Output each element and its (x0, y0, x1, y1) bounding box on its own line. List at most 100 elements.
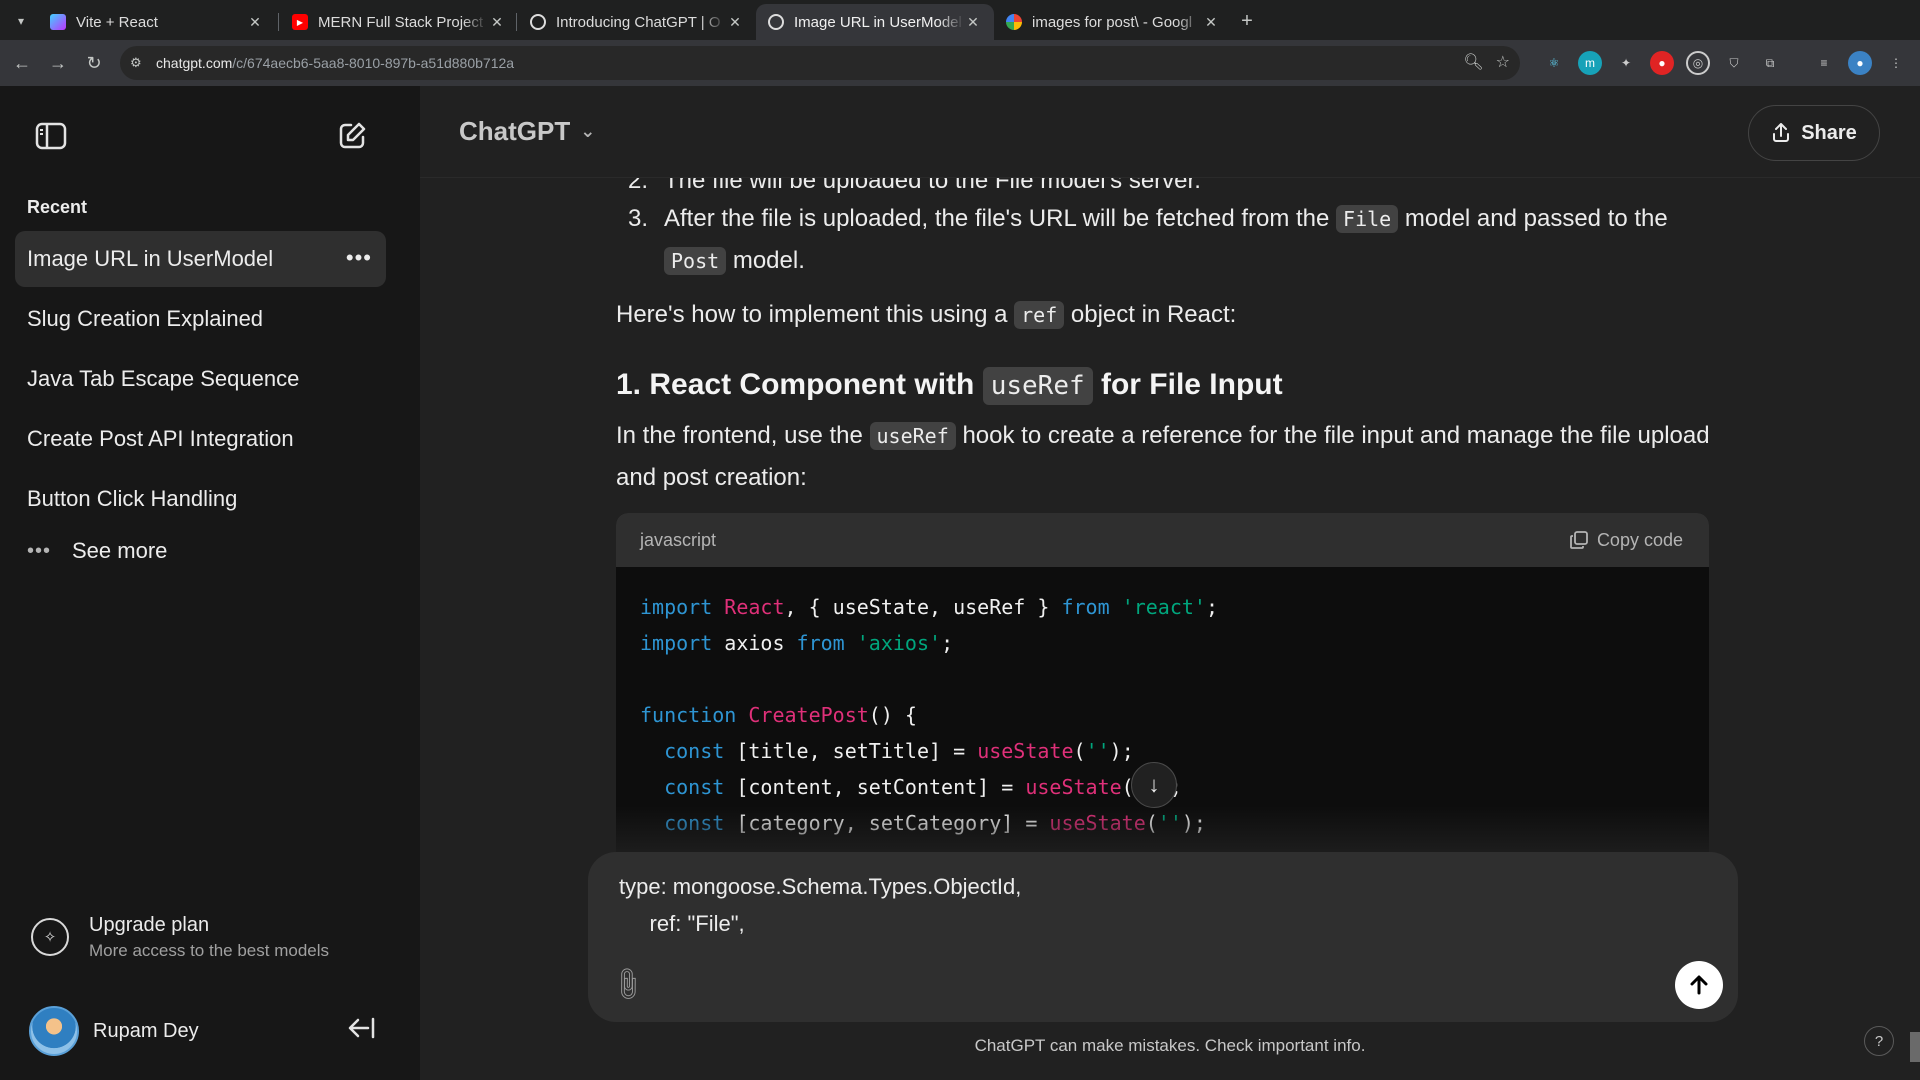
tab-title: MERN Full Stack Project (318, 13, 484, 31)
model-name: ChatGPT (459, 116, 571, 146)
youtube-icon: ▶ (292, 14, 308, 30)
sidebar-item-slug-creation[interactable]: Slug Creation Explained (15, 291, 386, 347)
upgrade-plan-button[interactable]: ✧ Upgrade plan More access to the best m… (15, 902, 386, 972)
url-text[interactable]: chatgpt.com/c/674aecb6-5aa8-8010-897b-a5… (156, 55, 514, 71)
heading-text: for File Input (1100, 368, 1283, 401)
sidebar-item-create-post-api[interactable]: Create Post API Integration (15, 411, 386, 467)
address-bar[interactable]: ⚙ chatgpt.com/c/674aecb6-5aa8-8010-897b-… (120, 46, 1520, 80)
zoom-icon[interactable]: 🔍︎ (1463, 52, 1483, 72)
extension-shield-icon[interactable]: ⛉ (1722, 51, 1746, 75)
extensions-puzzle-icon[interactable]: ⧉ (1758, 51, 1782, 75)
extension-m-icon[interactable]: m (1578, 51, 1602, 75)
sidebar: Recent Image URL in UserModel ••• Slug C… (0, 86, 420, 1080)
prompt-text-line: type: mongoose.Schema.Types.ObjectId, (619, 874, 1022, 899)
inline-code: File (1336, 205, 1399, 233)
list-item: 3. After the file is uploaded, the file'… (616, 198, 1716, 282)
close-tab-icon[interactable]: ✕ (1202, 14, 1220, 31)
media-controls-icon[interactable]: ≡ (1812, 51, 1836, 75)
upgrade-subtitle: More access to the best models (89, 940, 330, 960)
list-item-text: After the file is uploaded, the file's U… (664, 205, 1330, 232)
tab-separator (278, 13, 279, 31)
scrollbar[interactable] (1910, 1032, 1920, 1062)
react-devtools-icon[interactable]: ⚛ (1542, 51, 1566, 75)
forward-arrow-icon[interactable]: → (44, 49, 72, 77)
chat-header: ChatGPT ⌄ Share (420, 86, 1920, 178)
close-tab-icon[interactable]: ✕ (964, 14, 982, 31)
omnibox-actions: 🔍︎ ☆ (1463, 52, 1510, 72)
browser-tab-image-url[interactable]: Image URL in UserModel ✕ (756, 4, 994, 40)
arrow-up-icon (1690, 975, 1708, 995)
message-composer[interactable]: type: mongoose.Schema.Types.ObjectId, re… (588, 852, 1738, 1022)
close-tab-icon[interactable]: ✕ (246, 14, 264, 31)
extension-red-icon[interactable]: ● (1650, 51, 1674, 75)
share-button[interactable]: Share (1748, 105, 1880, 161)
close-tab-icon[interactable]: ✕ (488, 14, 506, 31)
google-icon (1006, 14, 1022, 30)
browser-tab-google-images[interactable]: images for post\ - Googl ✕ (994, 4, 1232, 40)
scroll-to-bottom-button[interactable]: ↓ (1131, 762, 1177, 808)
sidebar-item-image-url[interactable]: Image URL in UserModel ••• (15, 231, 386, 287)
list-item-text: model and passed to the (1404, 205, 1668, 232)
profile-avatar-icon[interactable]: ● (1848, 51, 1872, 75)
new-tab-button[interactable]: + (1234, 8, 1260, 34)
extension-target-icon[interactable]: ◎ (1686, 51, 1710, 75)
browser-toolbar: ← → ↻ ⚙ chatgpt.com/c/674aecb6-5aa8-8010… (0, 40, 1920, 86)
reload-icon[interactable]: ↻ (80, 49, 108, 77)
share-label: Share (1801, 121, 1857, 144)
openai-icon (768, 14, 784, 30)
paragraph-text: object in React: (1070, 301, 1237, 328)
user-profile-button[interactable]: Rupam Dey (15, 996, 386, 1066)
inline-code: useRef (869, 422, 956, 450)
copy-code-button[interactable]: Copy code (1569, 519, 1683, 561)
send-button[interactable] (1675, 961, 1723, 1009)
sidebar-item-label: Image URL in UserModel (27, 246, 274, 271)
ellipsis-icon: ••• (27, 539, 52, 562)
sidebar-item-button-click[interactable]: Button Click Handling (15, 471, 386, 527)
copy-icon (1570, 531, 1588, 549)
toggle-sidebar-icon[interactable] (29, 114, 73, 158)
paragraph-text: In the frontend, use the (616, 422, 863, 449)
upgrade-sparkle-icon: ✧ (31, 918, 69, 956)
more-options-icon[interactable]: ••• (346, 245, 372, 271)
tab-search-chevron-icon[interactable]: ▾ (10, 10, 32, 32)
paragraph: Here's how to implement this using a ref… (616, 294, 1716, 336)
sidebar-item-label: Slug Creation Explained (27, 306, 264, 331)
prompt-input[interactable]: type: mongoose.Schema.Types.ObjectId, re… (619, 868, 1021, 942)
attach-paperclip-icon[interactable]: 📎︎ (606, 963, 648, 1005)
code-block-header: javascript Copy code (616, 513, 1709, 567)
help-button[interactable]: ? (1864, 1026, 1894, 1056)
browser-tab-youtube[interactable]: ▶ MERN Full Stack Project ✕ (280, 4, 518, 40)
model-selector[interactable]: ChatGPT ⌄ (459, 116, 595, 147)
heading-text: 1. React Component with (616, 368, 975, 401)
sidebar-item-java-tab[interactable]: Java Tab Escape Sequence (15, 351, 386, 407)
bookmark-star-icon[interactable]: ☆ (1496, 52, 1510, 72)
disclaimer: ChatGPT can make mistakes. Check importa… (974, 1036, 1366, 1055)
site-settings-icon[interactable]: ⚙ (130, 55, 150, 71)
sidebar-item-label: Button Click Handling (27, 486, 238, 511)
inline-code: ref (1014, 301, 1065, 329)
new-chat-icon[interactable] (330, 114, 374, 158)
close-tab-icon[interactable]: ✕ (726, 14, 744, 31)
code-language-label: javascript (640, 530, 717, 550)
browser-tab-introducing-chatgpt[interactable]: Introducing ChatGPT | O ✕ (518, 4, 756, 40)
browser-tab-bar: ▾ Vite + React ✕ ▶ MERN Full Stack Proje… (0, 0, 1920, 40)
tab-title: Vite + React (76, 13, 158, 31)
see-more-label: See more (72, 538, 168, 563)
list-item-text: model. (732, 247, 805, 274)
browser-tab-vite[interactable]: Vite + React ✕ (38, 4, 276, 40)
section-heading: 1. React Component with useRef for File … (616, 360, 1716, 411)
chat-main: ChatGPT ⌄ Share 2. The file will be uplo… (420, 86, 1920, 1080)
browser-menu-icon[interactable]: ⋮ (1884, 51, 1908, 75)
extension-bird-icon[interactable]: ✦ (1614, 51, 1638, 75)
see-more-button[interactable]: ••• See more (27, 536, 167, 566)
inline-code: Post (664, 247, 727, 275)
user-name: Rupam Dey (93, 1019, 199, 1042)
collapse-sidebar-icon[interactable] (344, 1016, 376, 1046)
tab-title: Introducing ChatGPT | O (556, 13, 721, 31)
back-arrow-icon[interactable]: ← (8, 49, 36, 77)
paragraph-text: Here's how to implement this using a (616, 301, 1008, 328)
prompt-text-line: ref: "File", (619, 911, 745, 936)
inline-code: useRef (982, 367, 1093, 405)
upgrade-title: Upgrade plan (89, 913, 210, 936)
paragraph: In the frontend, use the useRef hook to … (616, 415, 1716, 499)
